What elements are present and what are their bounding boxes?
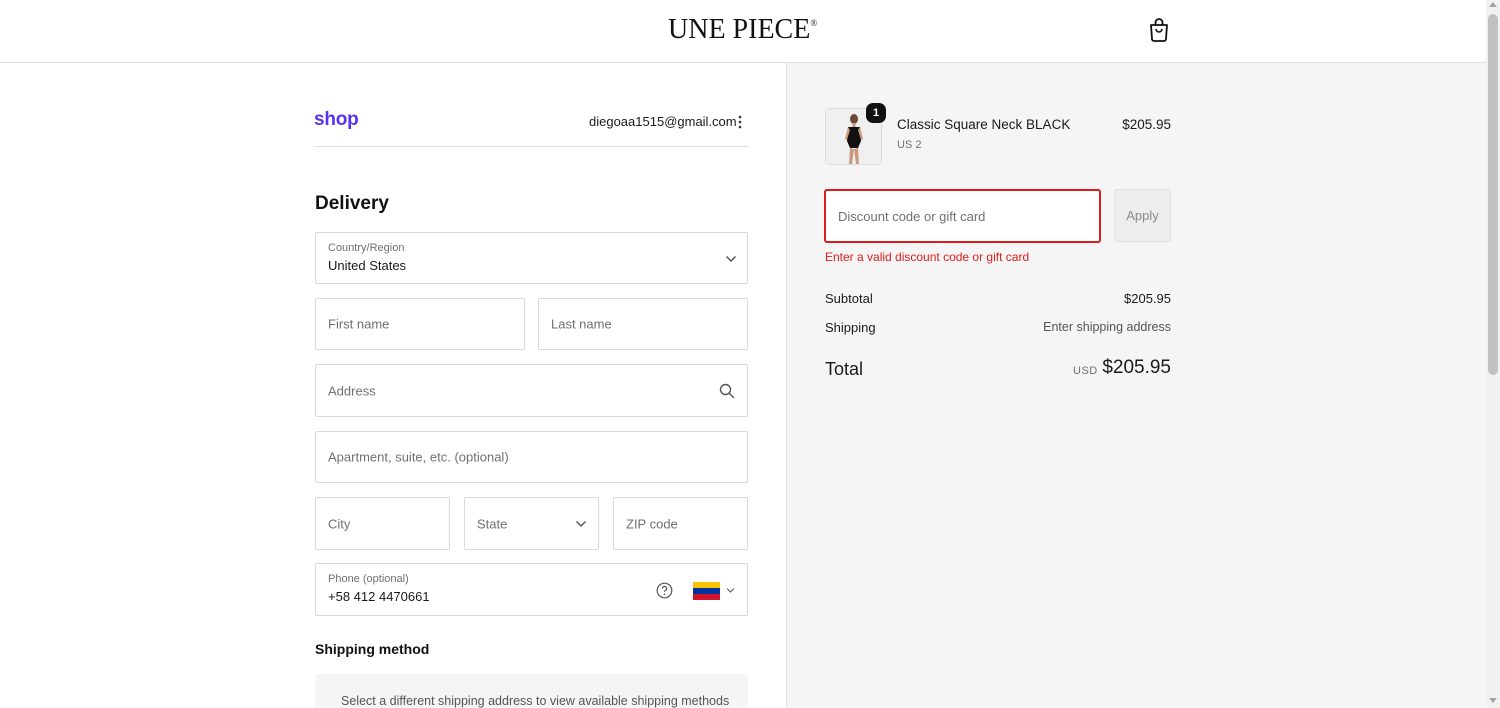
product-name: Classic Square Neck BLACK [897,117,1071,132]
apartment-placeholder: Apartment, suite, etc. (optional) [328,449,509,465]
venezuela-flag-icon[interactable] [693,582,720,600]
shipping-method-message: Select a different shipping address to v… [341,694,730,708]
shipping-method-notice: Select a different shipping address to v… [315,674,748,708]
shipping-method-heading: Shipping method [315,641,430,657]
total-label: Total [825,359,864,379]
shop-pay-logo[interactable]: shop [314,109,359,131]
chevron-down-icon [725,255,737,263]
chevron-down-icon [726,588,735,593]
apply-discount-button[interactable]: Apply [1114,189,1171,242]
product-price: $205.95 [1122,117,1171,132]
phone-label: Phone (optional) [328,573,409,585]
shipping-value: Enter shipping address [1043,320,1171,334]
zip-code-field[interactable]: ZIP code [613,497,748,550]
shipping-label: Shipping [825,320,876,335]
discount-code-input[interactable] [824,189,1101,243]
apartment-field[interactable]: Apartment, suite, etc. (optional) [315,431,748,483]
last-name-placeholder: Last name [551,316,612,332]
city-field[interactable]: City [315,497,450,550]
search-icon[interactable] [719,383,735,399]
country-label: Country/Region [328,242,405,254]
brand-logo[interactable]: UNE PIECE® [668,14,817,46]
discount-error-message: Enter a valid discount code or gift card [825,250,1030,264]
country-value: United States [328,258,407,273]
phone-value: +58 412 4470661 [328,589,430,604]
scroll-down-arrow-icon[interactable] [1489,698,1497,703]
scroll-up-arrow-icon[interactable] [1489,2,1497,7]
city-placeholder: City [328,516,351,531]
account-divider [314,146,748,147]
total-currency: USD [1073,365,1098,377]
subtotal-value: $205.95 [1124,291,1171,306]
address-placeholder: Address [328,383,376,398]
site-header: UNE PIECE® [0,0,1486,63]
help-circle-icon[interactable] [656,582,673,599]
address-field[interactable]: Address [315,364,748,417]
order-summary-panel [786,63,1486,708]
state-select[interactable]: State [464,497,599,550]
account-email: diegoaa1515@gmail.com [589,114,737,129]
chevron-down-icon [575,520,587,528]
zip-code-placeholder: ZIP code [626,516,678,531]
total-value: $205.95 [1102,357,1171,378]
shopping-bag-icon[interactable] [1147,16,1171,42]
page-scrollbar[interactable] [1486,0,1500,708]
state-placeholder: State [477,516,508,531]
product-variant: US 2 [897,139,922,151]
quantity-badge: 1 [866,103,886,123]
delivery-heading: Delivery [315,193,389,214]
country-select[interactable]: Country/Region United States [315,232,748,284]
last-name-field[interactable]: Last name [538,298,748,350]
first-name-placeholder: First name [328,316,390,332]
first-name-field[interactable]: First name [315,298,525,350]
scrollbar-thumb[interactable] [1488,14,1498,375]
subtotal-label: Subtotal [825,291,873,306]
phone-field[interactable]: Phone (optional) +58 412 4470661 [315,563,748,616]
more-vertical-icon[interactable] [735,113,745,131]
